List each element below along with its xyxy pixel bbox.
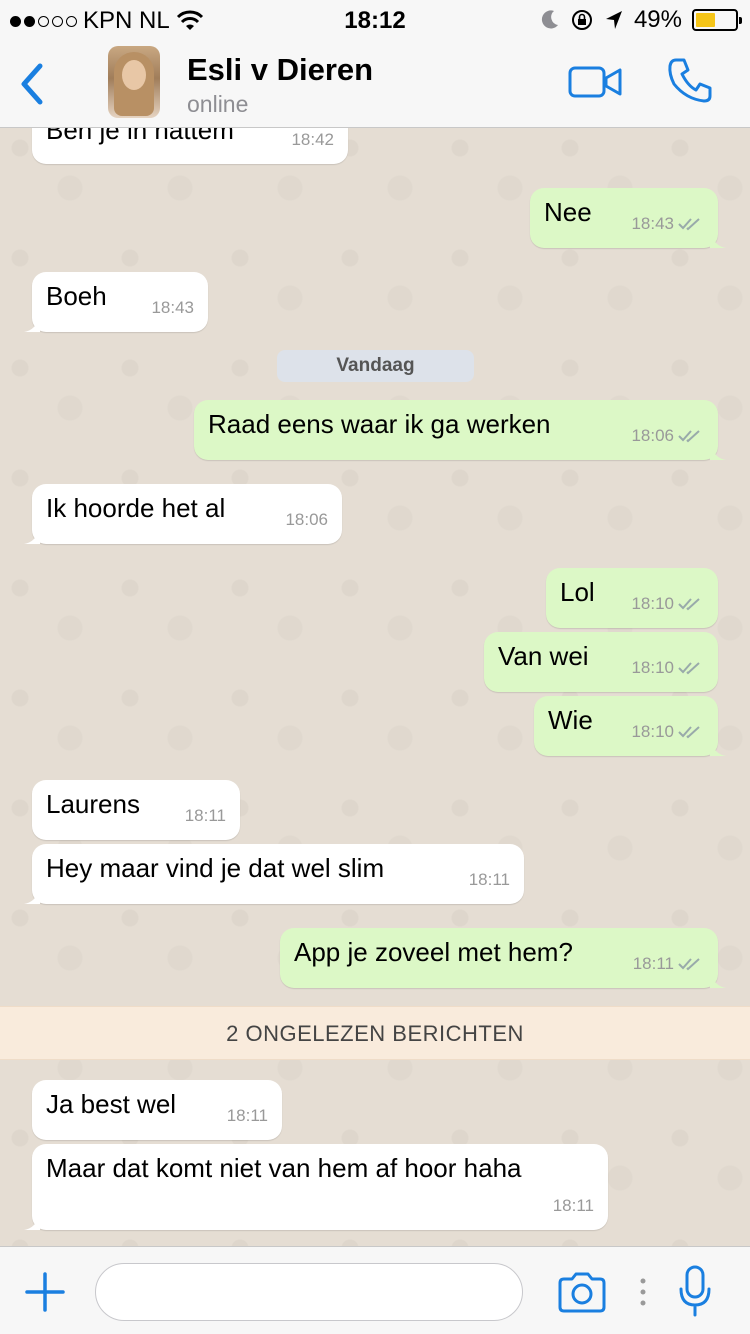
read-ticks-icon	[678, 430, 700, 443]
message-time: 18:11	[226, 1106, 268, 1125]
message-bubble-outgoing[interactable]: App je zoveel met hem? 18:11	[280, 928, 726, 988]
message-time: 18:10	[631, 594, 674, 613]
read-ticks-icon	[678, 662, 700, 675]
message-composer	[0, 1246, 750, 1334]
bubble-tail	[24, 1214, 40, 1230]
bubble-tail	[710, 740, 726, 756]
contact-status: online	[187, 91, 249, 117]
message-bubble-outgoing[interactable]: Wie 18:10	[534, 696, 726, 756]
avatar[interactable]	[108, 46, 160, 118]
read-ticks-icon	[678, 726, 700, 739]
message-time: 18:42	[291, 130, 334, 149]
message-meta: 18:11	[633, 948, 702, 980]
message-time: 18:43	[151, 298, 194, 317]
message-meta: 18:10	[631, 588, 702, 620]
camera-icon[interactable]	[556, 1271, 608, 1313]
message-text: Maar dat komt niet van hem af hoor haha	[46, 1153, 522, 1183]
message-meta: 18:10	[631, 652, 702, 684]
divider-dots	[640, 1278, 646, 1306]
video-call-icon[interactable]	[568, 64, 622, 100]
moon-icon	[541, 10, 558, 29]
battery-percent: 49%	[633, 6, 682, 33]
message-bubble-outgoing[interactable]: Lol 18:10	[546, 568, 718, 628]
bubble-tail	[710, 232, 726, 248]
bubble-tail	[710, 972, 726, 988]
chat-header: Esli v Dieren online	[0, 40, 750, 128]
message-time: 18:10	[631, 658, 674, 677]
bubble-tail	[24, 316, 40, 332]
unread-messages-banner: 2 ONGELEZEN BERICHTEN	[0, 1006, 750, 1060]
message-bubble-incoming[interactable]: Hey maar vind je dat wel slim 18:11	[24, 844, 524, 904]
date-divider: Vandaag	[277, 350, 474, 382]
message-meta: 18:06	[631, 420, 702, 452]
message-time: 18:06	[285, 510, 328, 529]
message-time: 18:06	[631, 426, 674, 445]
message-bubble-incoming[interactable]: Boeh 18:43	[24, 272, 208, 332]
status-bar: KPN NL 18:12 49%	[0, 0, 750, 40]
message-bubble-outgoing[interactable]: Nee 18:43	[530, 188, 726, 248]
chat-area[interactable]: Ben je in hattem 18:42 Nee 18:43 Boeh 18…	[0, 128, 750, 1246]
bubble-tail	[710, 444, 726, 460]
message-bubble-outgoing[interactable]: Van wei 18:10	[484, 632, 718, 692]
bubble-tail	[24, 528, 40, 544]
message-time: 18:11	[184, 806, 226, 825]
read-ticks-icon	[678, 598, 700, 611]
message-bubble-outgoing[interactable]: Raad eens waar ik ga werken 18:06	[194, 400, 726, 460]
message-bubble-incoming[interactable]: Maar dat komt niet van hem af hoor haha …	[24, 1144, 608, 1230]
status-right: 49%	[540, 6, 742, 34]
battery-icon	[692, 9, 742, 31]
plus-icon[interactable]	[24, 1271, 66, 1313]
message-input[interactable]	[95, 1263, 523, 1321]
phone-icon[interactable]	[666, 56, 714, 104]
message-time: 18:11	[632, 954, 674, 973]
message-time: 18:11	[468, 870, 510, 889]
contact-name[interactable]: Esli v Dieren	[187, 52, 373, 88]
message-time: 18:10	[631, 722, 674, 741]
bubble-tail	[24, 888, 40, 904]
location-arrow-icon	[605, 11, 622, 29]
rotation-lock-icon	[571, 10, 592, 30]
message-time: 18:43	[631, 214, 674, 233]
message-meta: 18:43	[631, 208, 702, 240]
read-ticks-icon	[678, 958, 700, 971]
read-ticks-icon	[678, 218, 700, 231]
message-bubble-incoming[interactable]: Ik hoorde het al 18:06	[24, 484, 342, 544]
message-bubble-incoming[interactable]: Ja best wel 18:11	[32, 1080, 282, 1140]
message-meta: 18:10	[631, 716, 702, 748]
message-bubble-incoming[interactable]: Ben je in hattem 18:42	[32, 128, 348, 164]
battery-fill	[696, 13, 715, 27]
mic-icon[interactable]	[678, 1265, 712, 1319]
back-chevron-icon[interactable]	[14, 60, 50, 108]
message-text: Raad eens waar ik ga werken	[208, 409, 551, 439]
message-bubble-incoming[interactable]: Laurens 18:11	[32, 780, 240, 840]
message-text: Hey maar vind je dat wel slim	[46, 853, 385, 883]
message-time: 18:11	[552, 1196, 594, 1215]
